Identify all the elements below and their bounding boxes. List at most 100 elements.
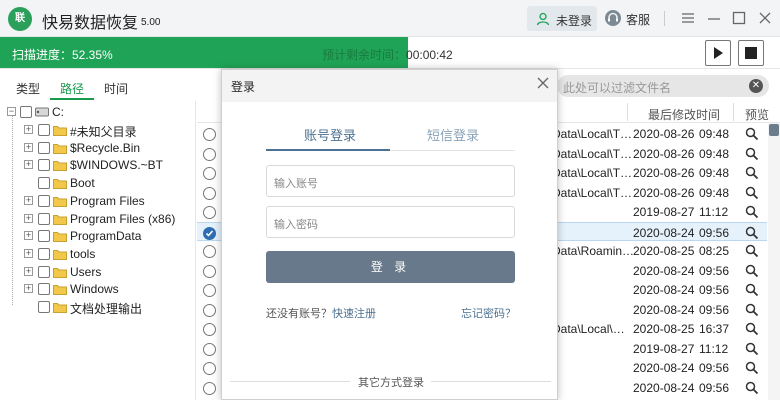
preview-magnifier-icon[interactable] [745,264,759,281]
filter-input[interactable]: 此处可以过滤文件名 ✕ [557,75,769,97]
expand-toggle[interactable]: + [24,231,33,241]
tab-time[interactable]: 时间 [104,80,128,97]
row-path: Data\Roamin… [552,244,635,258]
tree-folder-item[interactable]: + $WINDOWS.~BT [0,156,196,174]
tree-checkbox[interactable] [38,301,50,313]
tab-sms-login[interactable]: 短信登录 [427,125,479,144]
preview-magnifier-icon[interactable] [745,186,759,203]
row-checkbox[interactable] [203,167,216,180]
row-checkbox[interactable] [203,264,216,278]
expand-toggle[interactable]: + [24,266,33,276]
preview-magnifier-icon[interactable] [745,342,759,359]
row-checkbox[interactable] [203,206,216,219]
preview-magnifier-icon[interactable] [745,226,759,243]
row-checkbox[interactable] [203,128,216,141]
tab-account-login[interactable]: 账号登录 [304,125,356,144]
expand-toggle[interactable]: + [24,195,33,205]
expand-toggle[interactable]: + [24,142,33,152]
stop-button[interactable] [738,40,764,66]
row-checkbox[interactable] [203,323,216,336]
row-checkbox[interactable] [203,284,216,297]
login-submit-button[interactable]: 登 录 [266,251,515,283]
tree-folder-item[interactable]: + Windows [0,280,196,298]
title-bar: 联 快易数据恢复 5.00 未登录 客服 [0,0,780,37]
password-field[interactable]: 输入密码 [266,206,515,238]
drive-icon [35,107,49,117]
play-button[interactable] [705,40,731,66]
tree-folder-item[interactable]: + Program Files (x86) [0,210,196,228]
row-checkbox[interactable] [203,226,216,240]
row-time: 11:12 [699,341,729,356]
preview-magnifier-icon[interactable] [745,147,759,164]
expand-toggle[interactable]: + [24,160,33,170]
row-checkbox[interactable] [203,245,216,258]
preview-magnifier-icon[interactable] [745,361,759,378]
account-field[interactable]: 输入账号 [266,165,515,197]
tree-folder-label: tools [70,246,96,261]
tree-checkbox[interactable] [38,194,50,207]
menu-icon[interactable] [679,9,697,27]
row-date: 2019-08-27 [633,341,695,356]
preview-magnifier-icon[interactable] [745,322,759,339]
folder-icon [53,266,67,281]
tree-checkbox[interactable] [38,247,50,260]
scrollbar-thumb[interactable] [769,124,779,136]
row-checkbox[interactable] [203,147,216,161]
row-checkbox[interactable] [203,362,216,375]
tree-checkbox[interactable] [38,177,50,190]
tree-checkbox[interactable] [38,283,50,296]
minimize-icon[interactable] [705,9,723,27]
tree-folder-item[interactable]: 文档处理输出 [0,298,196,316]
forgot-password-link[interactable]: 忘记密码？ [461,305,516,321]
tree-root[interactable]: − C: [0,103,196,121]
tree-folder-item[interactable]: + ProgramData [0,227,196,245]
tab-path[interactable]: 路径 [60,80,84,97]
preview-magnifier-icon[interactable] [745,283,759,300]
tree-folder-item[interactable]: + #未知父目录 [0,121,196,139]
expand-toggle[interactable]: + [24,284,33,294]
register-link[interactable]: 快速注册 [332,308,376,320]
expand-toggle[interactable]: + [24,213,33,223]
login-dialog: 登录 账号登录 短信登录 输入账号 输入密码 登 录 还没有账号？快速注册 忘记… [221,69,558,400]
column-header-preview[interactable]: 预览 [745,106,769,123]
tree-folder-item[interactable]: + $Recycle.Bin [0,139,196,157]
tree-checkbox[interactable] [38,230,50,243]
tab-type[interactable]: 类型 [16,80,40,97]
file-list-scrollbar[interactable] [768,123,780,400]
tree-folder-item[interactable]: + Program Files [0,192,196,210]
expand-toggle[interactable]: + [24,248,33,258]
row-checkbox[interactable] [203,303,216,317]
row-checkbox[interactable] [203,381,216,395]
divider [664,11,665,26]
collapse-toggle[interactable]: − [7,107,16,116]
close-icon[interactable] [536,76,550,95]
tree-checkbox[interactable] [38,159,50,172]
preview-magnifier-icon[interactable] [745,303,759,320]
login-status-button[interactable]: 未登录 [527,6,597,31]
maximize-icon[interactable] [730,9,748,27]
row-checkbox[interactable] [203,186,216,200]
preview-magnifier-icon[interactable] [745,166,759,183]
app-title: 快易数据恢复 [42,15,139,32]
row-checkbox[interactable] [203,342,216,356]
tree-checkbox[interactable] [38,212,50,225]
preview-magnifier-icon[interactable] [745,205,759,222]
folder-icon [53,159,67,174]
tree-folder-item[interactable]: + Users [0,263,196,281]
expand-toggle[interactable]: + [24,125,33,134]
preview-magnifier-icon[interactable] [745,127,759,144]
tree-checkbox[interactable] [38,141,50,154]
column-divider [733,103,734,121]
column-header-modified[interactable]: 最后修改时间 [648,106,720,123]
preview-magnifier-icon[interactable] [745,244,759,261]
tree-folder-item[interactable]: + tools [0,245,196,263]
tree-folder-label: 文档处理输出 [70,302,143,316]
tree-checkbox[interactable] [20,106,32,118]
preview-magnifier-icon[interactable] [745,381,759,398]
tree-checkbox[interactable] [38,265,50,278]
folder-icon [53,248,67,263]
tree-folder-item[interactable]: Boot [0,174,196,192]
close-icon[interactable] [756,9,774,27]
clear-filter-icon[interactable]: ✕ [749,79,763,93]
tree-checkbox[interactable] [38,124,50,136]
